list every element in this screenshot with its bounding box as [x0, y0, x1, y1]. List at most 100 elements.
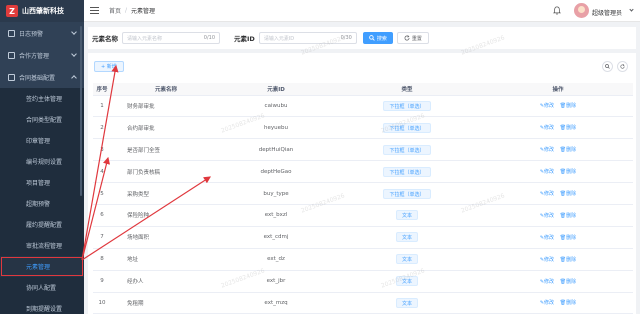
element-table: 序号 元素名称 元素ID 类型 操作 1 财务部审批 caiwubu 下拉框（单… — [93, 83, 633, 314]
delete-button[interactable]: 🗑删除 — [560, 257, 576, 263]
avatar[interactable] — [574, 3, 589, 18]
cell-name: 合约部审批 — [111, 116, 221, 140]
sidebar-subitem[interactable]: 印章管理 — [0, 130, 84, 151]
cell-no: 8 — [93, 248, 111, 271]
breadcrumb-current: 元素管理 — [131, 8, 156, 15]
table-row: 5 采购类型 buy_type 下拉框（单选） ✎修改 🗑删除 — [93, 182, 633, 205]
reset-button[interactable]: 重置 — [396, 32, 429, 44]
element-id-placeholder: 请输入元素ID — [263, 35, 295, 42]
edit-button[interactable]: ✎修改 — [540, 103, 554, 109]
user-name[interactable]: 超级管理员 — [592, 8, 622, 17]
search-icon — [605, 64, 610, 69]
delete-button[interactable]: 🗑删除 — [560, 147, 576, 153]
delete-button[interactable]: 🗑删除 — [560, 125, 576, 131]
edit-button[interactable]: ✎修改 — [540, 169, 554, 175]
cell-no: 3 — [93, 138, 111, 162]
sidebar-subitem-element-manage[interactable]: 元素管理 — [0, 256, 84, 277]
delete-button[interactable]: 🗑删除 — [560, 191, 576, 197]
cell-no: 10 — [93, 292, 111, 314]
table-row: 8 地址 ext_dz 文本 ✎修改 🗑删除 — [93, 248, 633, 271]
table-header-row: 序号 元素名称 元素ID 类型 操作 — [93, 83, 633, 96]
reset-button-label: 重置 — [411, 35, 422, 42]
main-card: + 新增 序号 元素名称 元素ID 类型 操作 1 财务部审批 caiwubu … — [88, 53, 636, 314]
sidebar-subitem[interactable]: 到期提醒设置 — [0, 298, 84, 314]
refresh-table-icon[interactable] — [617, 61, 628, 72]
hamburger-icon[interactable] — [90, 7, 99, 14]
sidebar-subitem[interactable]: 签约主体管理 — [0, 88, 84, 109]
cell-id: ext_cdmj — [221, 226, 331, 249]
sidebar-item-contract-config[interactable]: 合同基础配置 — [0, 66, 84, 88]
logo: Z 山西肇新科技 — [0, 0, 84, 22]
refresh-icon — [620, 64, 625, 69]
search-toggle-icon[interactable] — [602, 61, 613, 72]
sidebar-item-log-warning[interactable]: 日志预警 — [0, 22, 84, 44]
cell-name: 部门负责核稿 — [111, 160, 221, 184]
table-row: 4 部门负责核稿 deptHeGao 下拉框（单选） ✎修改 🗑删除 — [93, 160, 633, 184]
breadcrumb-home[interactable]: 首页 — [109, 6, 121, 15]
bell-icon[interactable] — [553, 6, 561, 15]
type-tag: 文本 — [395, 254, 418, 265]
column-header: 操作 — [483, 83, 633, 96]
sidebar: Z 山西肇新科技 日志预警 合作方管理 合同基础配置 签约主体管理 合同类型配置… — [0, 0, 84, 314]
sidebar-scrollbar[interactable] — [80, 26, 82, 196]
cell-id: deptHeGao — [221, 160, 331, 184]
type-tag: 下拉框（单选） — [383, 188, 431, 199]
search-form: 元素名称 请输入元素名称 0/10 元素ID 请输入元素ID 0/30 搜索 重… — [88, 27, 636, 49]
cell-no: 9 — [93, 270, 111, 293]
breadcrumb-separator: / — [125, 7, 128, 14]
sidebar-subitem[interactable]: 协同人配置 — [0, 277, 84, 298]
delete-button[interactable]: 🗑删除 — [560, 300, 576, 306]
sidebar-subitem[interactable]: 合同类型配置 — [0, 109, 84, 130]
chevron-down-icon[interactable] — [629, 7, 634, 12]
sidebar-item-label: 日志预警 — [19, 30, 44, 38]
edit-button[interactable]: ✎修改 — [540, 213, 554, 219]
refresh-icon — [404, 35, 410, 41]
sidebar-item-partner[interactable]: 合作方管理 — [0, 44, 84, 66]
type-tag: 文本 — [395, 276, 418, 287]
table-row: 1 财务部审批 caiwubu 下拉框（单选） ✎修改 🗑删除 — [93, 95, 633, 118]
delete-button[interactable]: 🗑删除 — [560, 279, 576, 285]
search-button[interactable]: 搜索 — [362, 32, 393, 44]
cell-id: buy_type — [221, 182, 331, 205]
warning-icon — [8, 29, 15, 37]
sidebar-item-label: 合同基础配置 — [19, 74, 56, 82]
cell-id: ext_bxzl — [221, 204, 331, 227]
edit-button[interactable]: ✎修改 — [540, 300, 554, 306]
element-id-label: 元素ID — [234, 35, 255, 43]
table-row: 2 合约部审批 heyuebu 下拉框（单选） ✎修改 🗑删除 — [93, 116, 633, 140]
add-button[interactable]: + 新增 — [94, 61, 124, 72]
sidebar-subitem[interactable]: 审批流程管理 — [0, 235, 84, 256]
element-name-input[interactable]: 请输入元素名称 0/10 — [122, 32, 220, 44]
delete-button[interactable]: 🗑删除 — [560, 213, 576, 219]
cell-id: deptHuiQian — [221, 138, 331, 162]
edit-button[interactable]: ✎修改 — [540, 235, 554, 241]
cell-no: 1 — [93, 95, 111, 118]
sidebar-subitem[interactable]: 超期预警 — [0, 193, 84, 214]
type-tag: 下拉框（单选） — [383, 144, 431, 155]
type-tag: 下拉框（单选） — [383, 100, 431, 111]
type-tag: 文本 — [395, 210, 418, 221]
edit-button[interactable]: ✎修改 — [540, 147, 554, 153]
sub-menu: 签约主体管理 合同类型配置 印章管理 编号规则设置 项目管理 超期预警 履约提醒… — [0, 88, 84, 314]
sidebar-subitem[interactable]: 编号规则设置 — [0, 151, 84, 172]
delete-button[interactable]: 🗑删除 — [560, 235, 576, 241]
cell-id: heyuebu — [221, 116, 331, 140]
sidebar-subitem[interactable]: 履约提醒配置 — [0, 214, 84, 235]
edit-button[interactable]: ✎修改 — [540, 279, 554, 285]
table-row: 7 场地面积 ext_cdmj 文本 ✎修改 🗑删除 — [93, 226, 633, 249]
edit-button[interactable]: ✎修改 — [540, 257, 554, 263]
element-id-count: 0/30 — [340, 35, 352, 41]
element-name-label: 元素名称 — [92, 35, 118, 43]
delete-button[interactable]: 🗑删除 — [560, 169, 576, 175]
element-id-input[interactable]: 请输入元素ID 0/30 — [258, 32, 357, 44]
table-row: 6 保险险种 ext_bxzl 文本 ✎修改 🗑删除 — [93, 204, 633, 227]
delete-button[interactable]: 🗑删除 — [560, 103, 576, 109]
sidebar-subitem[interactable]: 项目管理 — [0, 172, 84, 193]
edit-button[interactable]: ✎修改 — [540, 191, 554, 197]
cell-id: ext_jbr — [221, 270, 331, 293]
column-header: 类型 — [331, 83, 483, 96]
cell-id: ext_mzq — [221, 292, 331, 314]
edit-button[interactable]: ✎修改 — [540, 125, 554, 131]
table-row: 10 免租期 ext_mzq 文本 ✎修改 🗑删除 — [93, 292, 633, 314]
chevron-down-icon — [71, 51, 77, 57]
